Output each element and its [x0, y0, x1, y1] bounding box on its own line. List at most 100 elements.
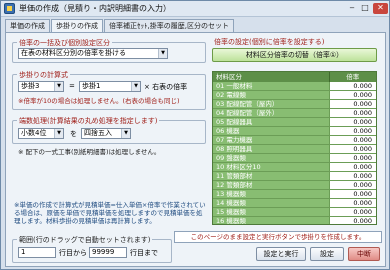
- rate-cell[interactable]: 0.000: [329, 145, 376, 153]
- rate-cell[interactable]: 0.000: [329, 82, 376, 90]
- yield-calc-title: 歩掛りの計算式: [17, 70, 70, 80]
- set-and-run-button[interactable]: 設定と実行: [256, 247, 306, 261]
- chevron-down-icon: ▼: [54, 82, 63, 91]
- calc-rule-select[interactable]: 在表の材料区分別の倍率を掛ける ▼: [18, 48, 168, 59]
- rate-cell[interactable]: 0.000: [329, 172, 376, 180]
- tab-rate-settings[interactable]: 倍率補正ｾｯﾄ,掛率の履歴,区分のセット: [104, 19, 234, 32]
- rate-cell[interactable]: 0.000: [329, 190, 376, 198]
- rate-cell[interactable]: 0.000: [329, 199, 376, 207]
- material-cell: 08 照明器具: [213, 145, 330, 153]
- title-bar: 単価の作成（見積り・内訳明細書の入力） ‒ □ ✕: [1, 1, 389, 17]
- col-material: 材料区分: [213, 72, 330, 82]
- yield-right-select[interactable]: 歩掛1 ▼: [79, 81, 141, 92]
- rate-table-body: 01 一般材料 0.000 02 電線類 0.000 03 配線配管（屋内） 0.000 0…: [213, 82, 376, 224]
- col-rate: 倍率: [346, 73, 360, 81]
- material-cell: 12 管類部材: [213, 181, 330, 189]
- table-row[interactable]: 06 機器 0.000: [213, 127, 376, 136]
- table-row[interactable]: 14 機器類 0.000: [213, 199, 376, 208]
- close-icon[interactable]: ✕: [373, 3, 388, 14]
- main-window: 単価の作成（見積り・内訳明細書の入力） ‒ □ ✕ 単価の作成 歩掛りの作成 倍…: [0, 0, 390, 270]
- rate-cell[interactable]: 0.000: [329, 181, 376, 189]
- rounding-digit-select[interactable]: 小数4位 ▼: [18, 128, 64, 139]
- rate-cell[interactable]: 0.000: [329, 127, 376, 135]
- rounding-digit-value: 小数4位: [21, 129, 47, 137]
- yield-suffix: × 右表の倍率: [144, 83, 188, 91]
- table-row[interactable]: 07 電力機器 0.000: [213, 136, 376, 145]
- table-row[interactable]: 08 照明器具 0.000: [213, 145, 376, 154]
- material-cell: 05 配線器具: [213, 118, 330, 126]
- table-row[interactable]: 13 機器類 0.000: [213, 190, 376, 199]
- chevron-down-icon: ▼: [121, 129, 130, 138]
- table-row[interactable]: 15 機器類 0.000: [213, 208, 376, 217]
- rate-cell[interactable]: 0.000: [329, 109, 376, 117]
- rate-cell[interactable]: 0.000: [329, 163, 376, 171]
- maximize-icon[interactable]: □: [359, 3, 371, 14]
- material-cell: 15 機器類: [213, 208, 330, 216]
- rounding-method-value: 四捨五入: [84, 129, 112, 137]
- yield-op: =: [69, 82, 75, 90]
- rate-table: 材料区分 倍率 01 一般材料 0.000 02 電線類 0.000 03 配線配管（屋…: [212, 71, 377, 225]
- table-row[interactable]: 12 管類部材 0.000: [213, 181, 376, 190]
- tab-yield[interactable]: 歩掛りの作成: [51, 19, 103, 33]
- cancel-button[interactable]: 中断: [348, 247, 380, 261]
- set-button[interactable]: 設定: [310, 247, 344, 261]
- material-cell: 07 電力機器: [213, 136, 330, 144]
- yield-left-select[interactable]: 歩掛3 ▼: [18, 81, 64, 92]
- window-title: 単価の作成（見積り・内訳明細書の入力）: [19, 4, 171, 13]
- range-from-label: 行目から: [59, 249, 87, 257]
- rate-cell[interactable]: 0.000: [329, 208, 376, 216]
- rate-switch-button[interactable]: 材料区分倍率の切替（倍率①）: [212, 48, 377, 62]
- range-title: 範囲(行のドラッグで自動セットされます): [17, 235, 153, 245]
- range-to-input[interactable]: 99999: [89, 247, 127, 258]
- tab-unit-price[interactable]: 単価の作成: [5, 19, 50, 32]
- calc-rule-title: 倍率の一括及び個別設定区分: [17, 38, 112, 48]
- table-row[interactable]: 10 材料区分10 0.000: [213, 163, 376, 172]
- table-row[interactable]: 11 管類部材 0.000: [213, 172, 376, 181]
- rounding-method-select[interactable]: 四捨五入 ▼: [81, 128, 131, 139]
- rounding-group: 端数処理(計算結果の丸め処理を指定します) 小数4位 ▼ を 四捨五入 ▼: [12, 116, 206, 144]
- rate-cell[interactable]: 0.000: [329, 100, 376, 108]
- table-row[interactable]: 04 配線配管（屋外） 0.000: [213, 109, 376, 118]
- range-group: 範囲(行のドラッグで自動セットされます) 1 行目から 99999 行目まで: [12, 235, 172, 263]
- rate-panel-title: 倍率の設定(個別に倍率を設定する): [214, 38, 325, 46]
- subcontract-note: ※ 配下の一式工事(別紙明細書)は処理しません。: [18, 148, 161, 156]
- rate-table-header: 材料区分 倍率: [213, 72, 376, 82]
- table-row[interactable]: 03 配線配管（屋内） 0.000: [213, 100, 376, 109]
- range-to-label: 行目まで: [130, 249, 158, 257]
- material-cell: 03 配線配管（屋内）: [213, 100, 330, 108]
- material-cell: 01 一般材料: [213, 82, 330, 90]
- chevron-down-icon: ▼: [54, 129, 63, 138]
- rate-cell[interactable]: 0.000: [329, 136, 376, 144]
- rate-cell[interactable]: 0.000: [329, 118, 376, 126]
- material-cell: 02 電線類: [213, 91, 330, 99]
- rate-cell[interactable]: 0.000: [329, 154, 376, 162]
- calc-rule-value: 在表の材料区分別の倍率を掛ける: [21, 49, 126, 57]
- range-from-input[interactable]: 1: [18, 247, 56, 258]
- tab-strip: 単価の作成 歩掛りの作成 倍率補正ｾｯﾄ,掛率の履歴,区分のセット: [5, 19, 235, 33]
- table-row[interactable]: 16 機器類 0.000: [213, 217, 376, 224]
- material-cell: 09 盤器類: [213, 154, 330, 162]
- rate-cell[interactable]: 0.000: [329, 217, 376, 224]
- table-row[interactable]: 01 一般材料 0.000: [213, 82, 376, 91]
- chevron-down-icon: ▼: [158, 49, 167, 58]
- rate-cell[interactable]: 0.000: [329, 91, 376, 99]
- material-cell: 16 機器類: [213, 217, 330, 224]
- table-row[interactable]: 09 盤器類 0.000: [213, 154, 376, 163]
- material-cell: 14 機器類: [213, 199, 330, 207]
- minimize-icon[interactable]: ‒: [346, 3, 358, 14]
- chevron-down-icon: ▼: [131, 82, 140, 91]
- material-cell: 10 材料区分10: [213, 163, 330, 171]
- unit-price-note: ※単価の作成で計算式が見積単価=仕入単価×倍率で作業されている場合は、原価を単価…: [14, 201, 206, 225]
- yield-calc-group: 歩掛りの計算式 歩掛3 ▼ = 歩掛1 ▼ × 右表の倍率 ※倍率が10の場合は…: [12, 70, 206, 110]
- tab-panel: 倍率の一括及び個別設定区分 在表の材料区分別の倍率を掛ける ▼ 歩掛りの計算式 …: [5, 32, 386, 267]
- calc-rule-group: 倍率の一括及び個別設定区分 在表の材料区分別の倍率を掛ける ▼: [12, 38, 206, 63]
- yield-right-value: 歩掛1: [82, 82, 101, 90]
- table-row[interactable]: 02 電線類 0.000: [213, 91, 376, 100]
- rounding-title: 端数処理(計算結果の丸め処理を指定します): [17, 116, 160, 126]
- instruction-message: このページのまま設定と実行ボタンで歩掛りを作成します。: [174, 231, 382, 243]
- material-cell: 13 機器類: [213, 190, 330, 198]
- material-cell: 06 機器: [213, 127, 330, 135]
- yield-note: ※倍率が10の場合は処理しません。(右表の場合も同じ): [18, 97, 180, 105]
- table-row[interactable]: 05 配線器具 0.000: [213, 118, 376, 127]
- rounding-connector: を: [70, 130, 77, 138]
